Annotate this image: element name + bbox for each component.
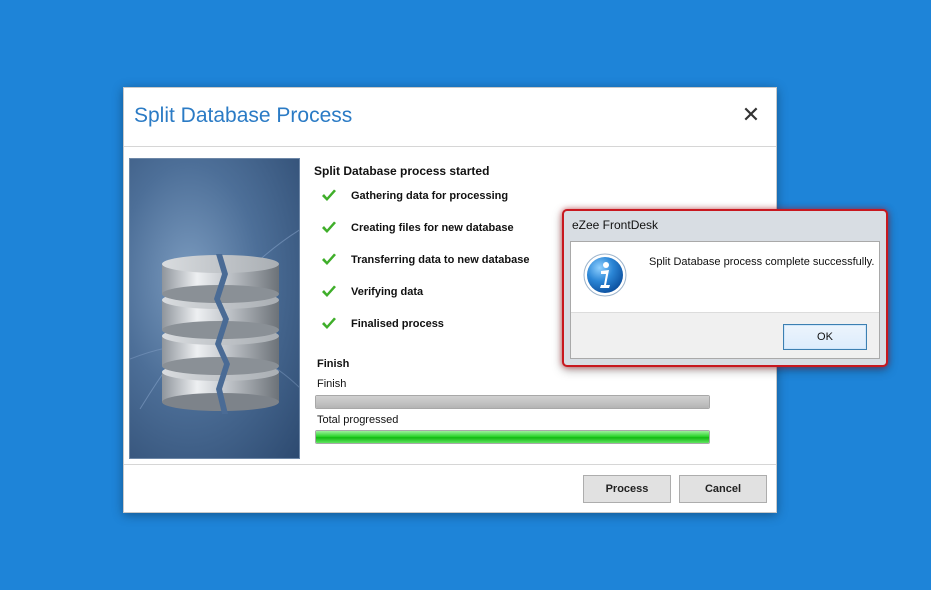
step-gathering-data: Gathering data for processing bbox=[321, 186, 508, 206]
finish-progress-label: Finish bbox=[317, 378, 347, 390]
check-icon bbox=[322, 285, 336, 297]
footer-divider bbox=[124, 464, 776, 465]
message-box-body: Split Database process complete successf… bbox=[570, 241, 880, 359]
dialog-title: Split Database Process bbox=[134, 104, 353, 127]
close-button[interactable]: ✕ bbox=[738, 102, 764, 128]
step-label: Creating files for new database bbox=[351, 222, 514, 234]
info-icon bbox=[583, 253, 627, 297]
total-progress-bar bbox=[315, 430, 710, 444]
check-icon bbox=[322, 253, 336, 265]
step-finalised-process: Finalised process bbox=[321, 314, 444, 334]
message-box-title: eZee FrontDesk bbox=[572, 218, 659, 232]
check-icon bbox=[322, 189, 336, 201]
close-icon: ✕ bbox=[741, 102, 761, 127]
finish-progress-fill bbox=[316, 396, 709, 408]
step-transferring-data: Transferring data to new database bbox=[321, 250, 530, 270]
message-area: Split Database process complete successf… bbox=[571, 242, 879, 313]
cancel-button[interactable]: Cancel bbox=[679, 475, 767, 503]
message-box: eZee FrontDesk Split Database process co… bbox=[562, 209, 888, 367]
finish-header: Finish bbox=[317, 358, 350, 370]
step-label: Verifying data bbox=[351, 286, 424, 298]
database-illustration bbox=[129, 158, 300, 459]
check-icon bbox=[322, 221, 336, 233]
step-verifying-data: Verifying data bbox=[321, 282, 423, 302]
total-progress-label: Total progressed bbox=[317, 414, 399, 426]
step-creating-files: Creating files for new database bbox=[321, 218, 514, 238]
steps-header: Split Database process started bbox=[314, 164, 490, 178]
header-divider bbox=[124, 146, 776, 147]
process-button[interactable]: Process bbox=[583, 475, 671, 503]
step-label: Gathering data for processing bbox=[351, 190, 509, 202]
check-icon bbox=[322, 317, 336, 329]
step-label: Transferring data to new database bbox=[351, 254, 530, 266]
finish-progress-bar bbox=[315, 395, 710, 409]
step-label: Finalised process bbox=[351, 318, 444, 330]
message-text: Split Database process complete successf… bbox=[649, 256, 875, 268]
total-progress-fill bbox=[316, 431, 709, 443]
ok-button[interactable]: OK bbox=[783, 324, 867, 350]
